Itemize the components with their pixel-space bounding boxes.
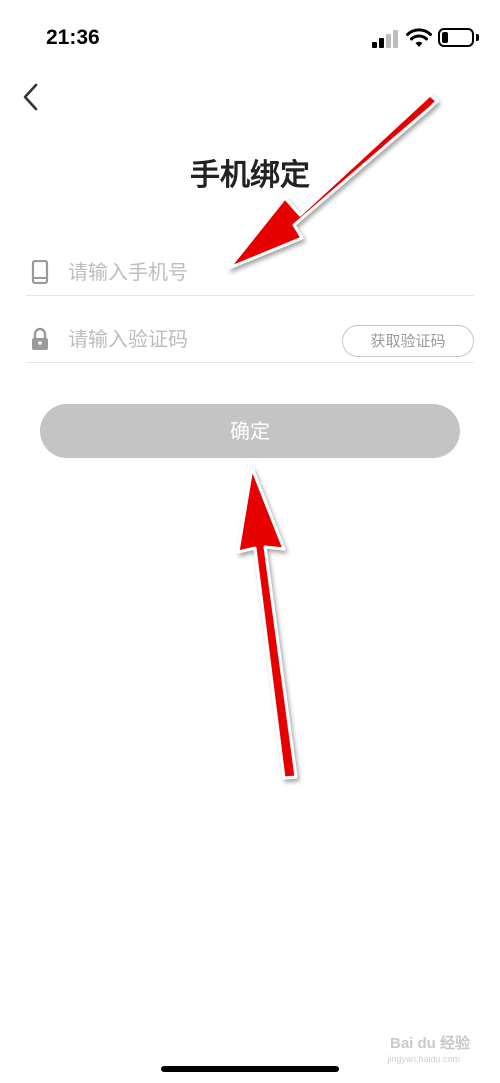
confirm-button[interactable]: 确定 bbox=[40, 404, 460, 458]
status-time: 21:36 bbox=[46, 26, 100, 49]
baidu-jingyan-watermark: Bai du 经验 bbox=[389, 1035, 470, 1052]
cellular-signal-icon bbox=[372, 30, 398, 48]
get-code-button[interactable]: 获取验证码 bbox=[342, 325, 474, 357]
battery-icon bbox=[438, 28, 474, 47]
code-row: 获取验证码 bbox=[26, 313, 474, 363]
annotation-arrow-bottom bbox=[236, 466, 298, 780]
watermark-url: jingyan.baidu.com bbox=[387, 1054, 460, 1064]
battery-cap bbox=[476, 34, 479, 41]
phone-icon bbox=[31, 260, 49, 284]
code-input[interactable] bbox=[68, 323, 328, 355]
page-title: 手机绑定 bbox=[190, 158, 310, 193]
phone-row bbox=[26, 246, 474, 296]
phone-binding-screen: 21:36 手机绑定 获取验证码 确定 bbox=[0, 0, 500, 1083]
lock-icon bbox=[32, 327, 48, 350]
wifi-icon bbox=[406, 28, 432, 47]
home-indicator[interactable] bbox=[161, 1066, 339, 1072]
phone-input[interactable] bbox=[68, 256, 328, 288]
chevron-left-icon[interactable] bbox=[16, 80, 46, 114]
